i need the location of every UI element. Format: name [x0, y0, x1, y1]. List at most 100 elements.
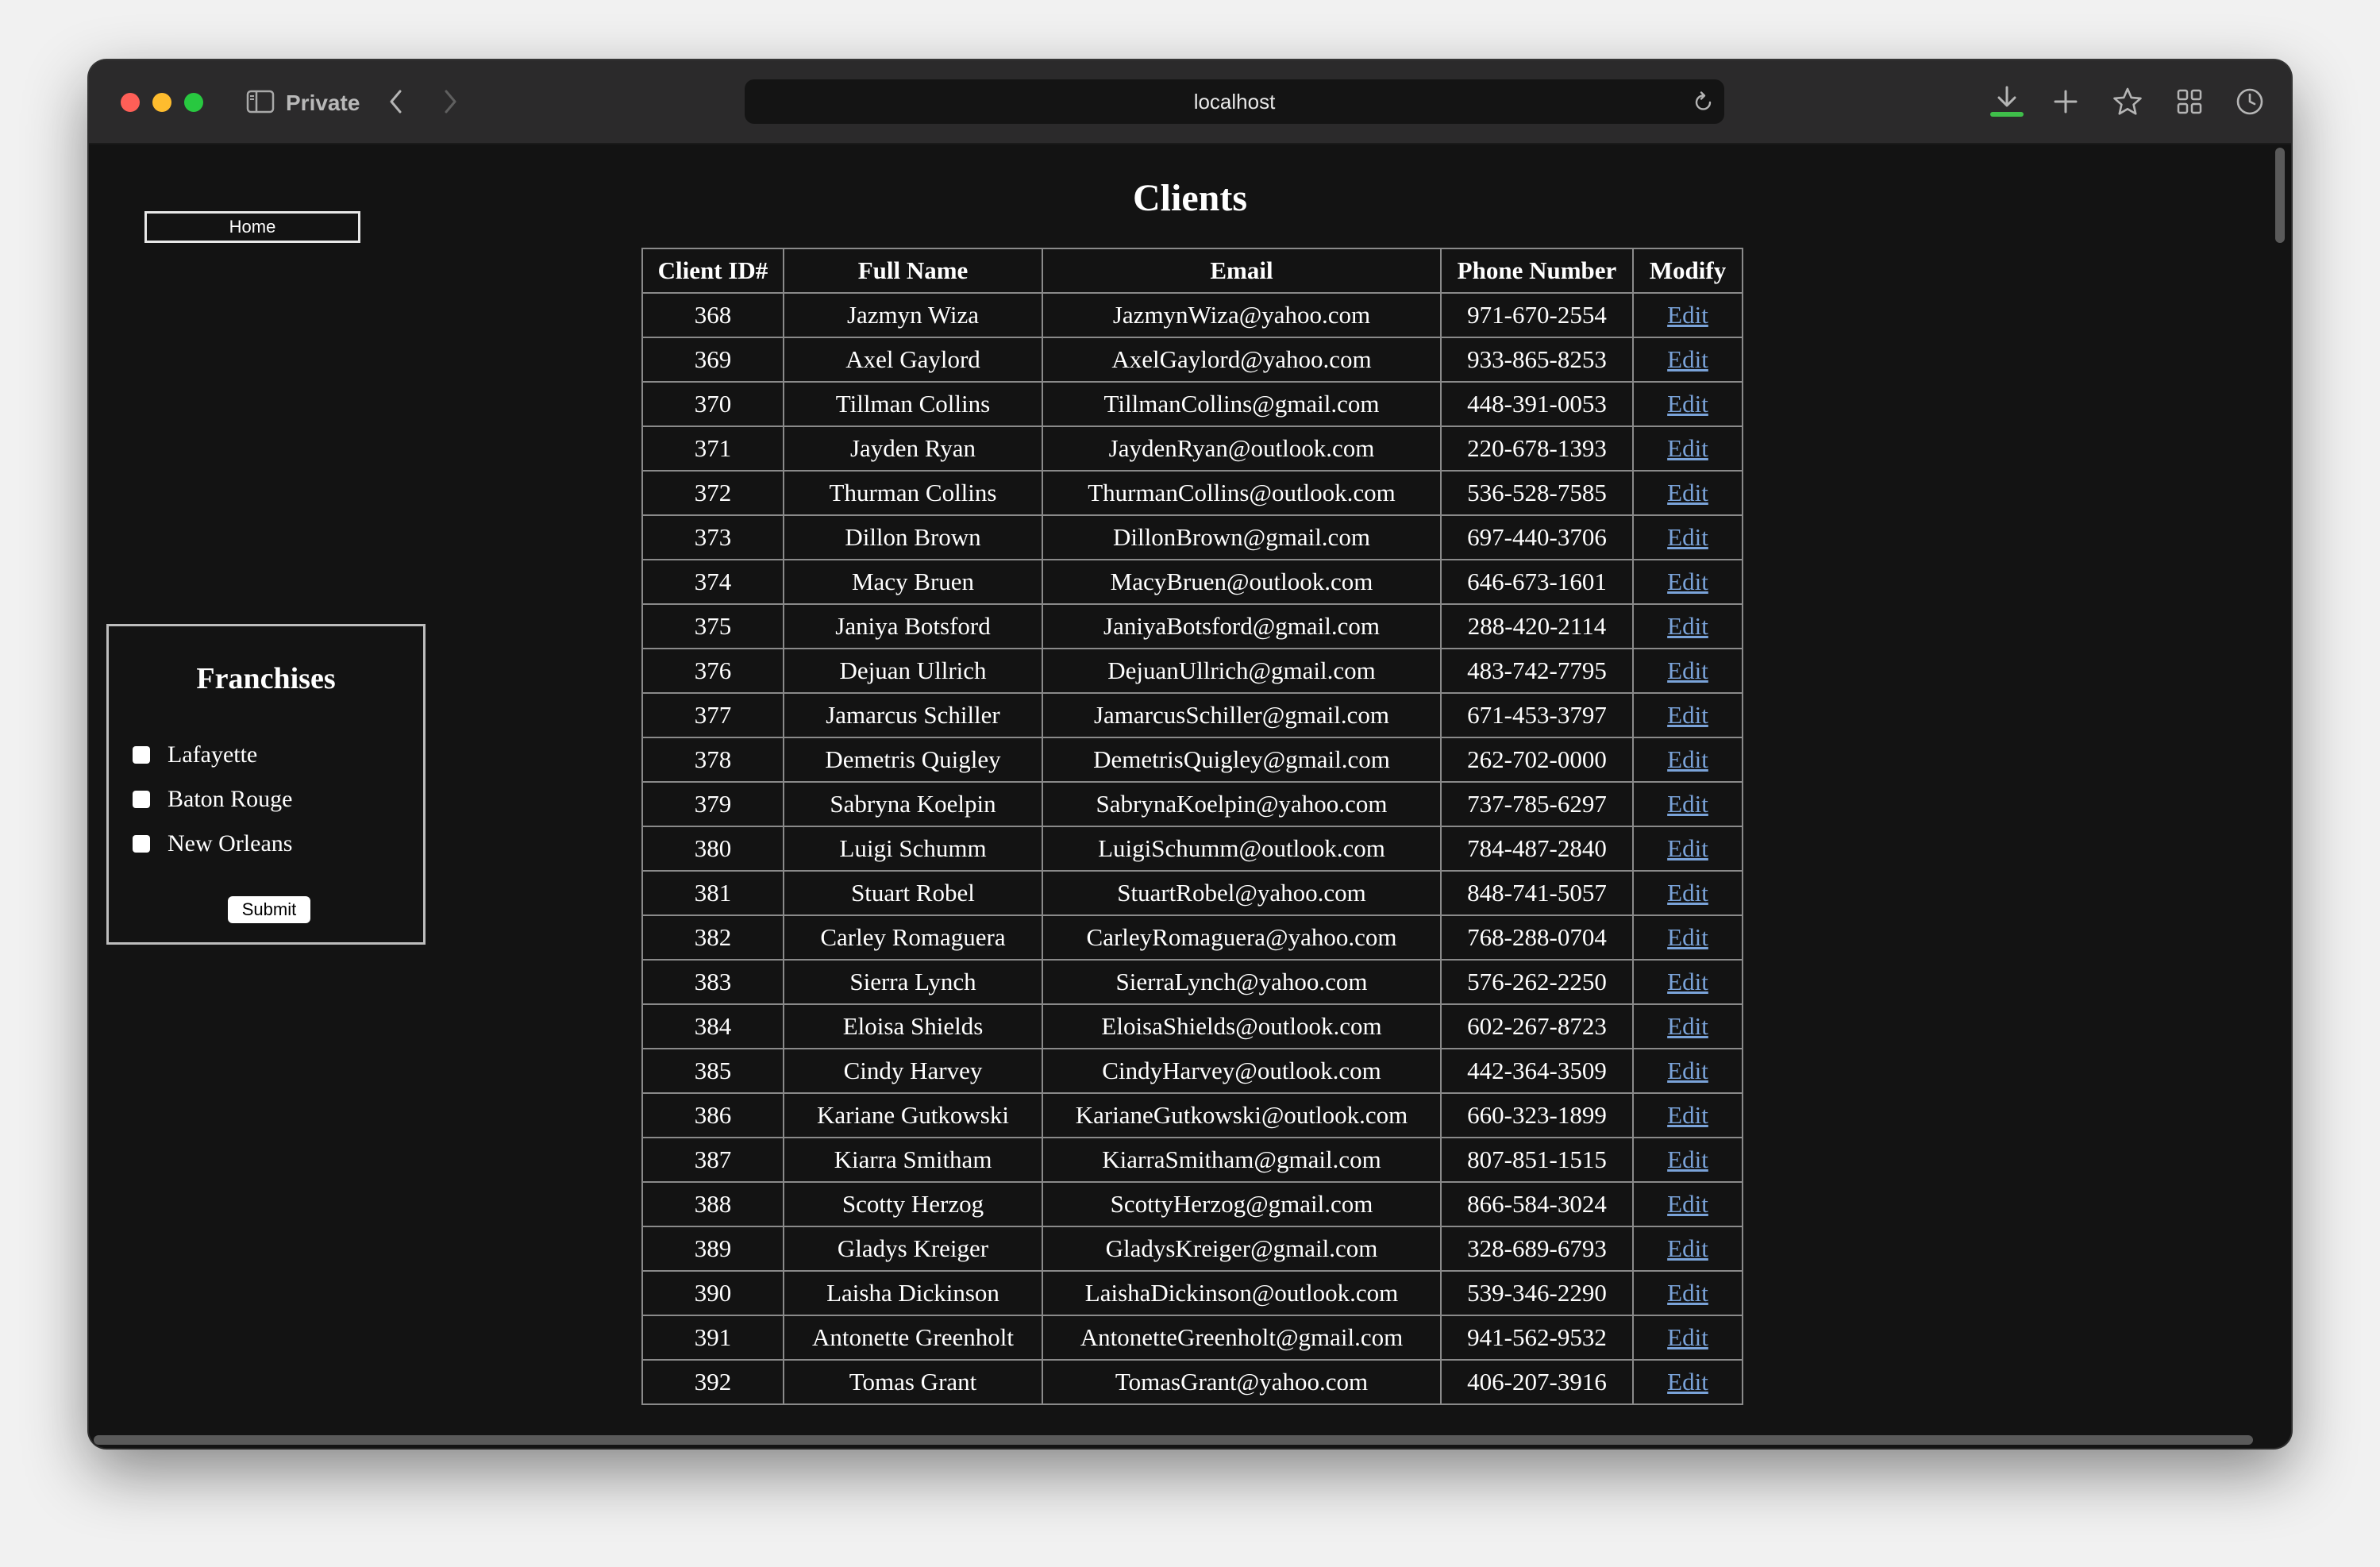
edit-link[interactable]: Edit: [1667, 923, 1708, 951]
vertical-scrollbar[interactable]: [2275, 148, 2285, 243]
edit-link[interactable]: Edit: [1667, 612, 1708, 640]
edit-link[interactable]: Edit: [1667, 790, 1708, 818]
cell-client-id: 387: [641, 1137, 784, 1183]
franchise-option-lafayette[interactable]: Lafayette: [133, 739, 257, 771]
edit-link[interactable]: Edit: [1667, 656, 1708, 684]
cell-client-id: 391: [641, 1315, 784, 1361]
edit-link[interactable]: Edit: [1667, 479, 1708, 506]
close-window-icon[interactable]: [121, 93, 140, 112]
edit-link[interactable]: Edit: [1667, 523, 1708, 551]
edit-link[interactable]: Edit: [1667, 1145, 1708, 1173]
cell-full-name: Sierra Lynch: [783, 959, 1043, 1005]
edit-link[interactable]: Edit: [1667, 745, 1708, 773]
table-row: 382 Carley Romaguera CarleyRomaguera@yahoo…: [641, 914, 1743, 961]
edit-link[interactable]: Edit: [1667, 1057, 1708, 1084]
star-icon[interactable]: [2110, 84, 2145, 119]
cell-email: JamarcusSchiller@gmail.com: [1042, 692, 1442, 738]
table-row: 374 Macy Bruen MacyBruen@outlook.com 646-67…: [641, 559, 1743, 605]
franchise-option-label: Lafayette: [168, 741, 258, 768]
reload-icon[interactable]: [1689, 84, 1718, 119]
cell-full-name: Gladys Kreiger: [783, 1226, 1043, 1272]
horizontal-scrollbar[interactable]: [94, 1435, 2253, 1445]
cell-modify: Edit: [1632, 870, 1743, 916]
edit-link[interactable]: Edit: [1667, 434, 1708, 462]
address-bar[interactable]: localhost: [745, 79, 1724, 124]
chevron-left-icon[interactable]: [384, 84, 408, 119]
edit-link[interactable]: Edit: [1667, 1101, 1708, 1129]
franchise-checkbox[interactable]: [133, 835, 150, 853]
grid-icon[interactable]: [2172, 84, 2207, 119]
edit-link[interactable]: Edit: [1667, 301, 1708, 329]
cell-phone: 262-702-0000: [1440, 737, 1634, 783]
edit-link[interactable]: Edit: [1667, 1234, 1708, 1262]
cell-full-name: Tomas Grant: [783, 1359, 1043, 1405]
table-row: 389 Gladys Kreiger GladysKreiger@gmail.com…: [641, 1226, 1743, 1272]
cell-email: LuigiSchumm@outlook.com: [1042, 826, 1442, 872]
table-row: 376 Dejuan Ullrich DejuanUllrich@gmail.com…: [641, 648, 1743, 694]
cell-modify: Edit: [1632, 1181, 1743, 1227]
edit-link[interactable]: Edit: [1667, 1012, 1708, 1040]
minimize-window-icon[interactable]: [152, 93, 171, 112]
cell-email: JaydenRyan@outlook.com: [1042, 425, 1442, 472]
edit-link[interactable]: Edit: [1667, 834, 1708, 862]
cell-full-name: Luigi Schumm: [783, 826, 1043, 872]
edit-link[interactable]: Edit: [1667, 879, 1708, 907]
cell-modify: Edit: [1632, 1270, 1743, 1316]
cell-phone: 697-440-3706: [1440, 514, 1634, 560]
cell-full-name: Cindy Harvey: [783, 1048, 1043, 1094]
edit-link[interactable]: Edit: [1667, 968, 1708, 995]
cell-full-name: Kariane Gutkowski: [783, 1092, 1043, 1138]
table-row: 385 Cindy Harvey CindyHarvey@outlook.com 44…: [641, 1048, 1743, 1094]
plus-icon[interactable]: [2050, 84, 2082, 119]
edit-link[interactable]: Edit: [1667, 345, 1708, 373]
submit-button[interactable]: Submit: [228, 896, 310, 923]
cell-phone: 539-346-2290: [1440, 1270, 1634, 1316]
sidebar-icon[interactable]: [245, 84, 276, 119]
edit-link[interactable]: Edit: [1667, 1190, 1708, 1218]
cell-phone: 784-487-2840: [1440, 826, 1634, 872]
clock-icon[interactable]: [2232, 84, 2267, 119]
cell-client-id: 381: [641, 870, 784, 916]
cell-client-id: 378: [641, 737, 784, 783]
cell-client-id: 392: [641, 1359, 784, 1405]
edit-link[interactable]: Edit: [1667, 701, 1708, 729]
franchise-filter-panel: Franchises Lafayette Baton Rouge New Orl…: [106, 624, 426, 945]
edit-link[interactable]: Edit: [1667, 1279, 1708, 1307]
franchise-checkbox[interactable]: [133, 746, 150, 764]
cell-modify: Edit: [1632, 781, 1743, 827]
edit-link[interactable]: Edit: [1667, 568, 1708, 595]
cell-email: DemetrisQuigley@gmail.com: [1042, 737, 1442, 783]
cell-phone: 536-528-7585: [1440, 470, 1634, 516]
download-icon[interactable]: [1988, 84, 2026, 119]
cell-phone: 646-673-1601: [1440, 559, 1634, 605]
franchise-option-label: New Orleans: [168, 830, 293, 857]
table-row: 387 Kiarra Smitham KiarraSmitham@gmail.com…: [641, 1137, 1743, 1183]
cell-full-name: Jayden Ryan: [783, 425, 1043, 472]
chevron-right-icon[interactable]: [438, 84, 462, 119]
table-row: 373 Dillon Brown DillonBrown@gmail.com 697-…: [641, 514, 1743, 560]
table-row: 372 Thurman Collins ThurmanCollins@outlook…: [641, 470, 1743, 516]
cell-modify: Edit: [1632, 1137, 1743, 1183]
franchise-checkbox[interactable]: [133, 791, 150, 808]
edit-link[interactable]: Edit: [1667, 1323, 1708, 1351]
cell-phone: 866-584-3024: [1440, 1181, 1634, 1227]
cell-client-id: 389: [641, 1226, 784, 1272]
cell-modify: Edit: [1632, 292, 1743, 338]
browser-toolbar: Private localhost: [89, 60, 2291, 144]
edit-link[interactable]: Edit: [1667, 390, 1708, 418]
cell-full-name: Tillman Collins: [783, 381, 1043, 427]
cell-modify: Edit: [1632, 1003, 1743, 1049]
cell-phone: 602-267-8723: [1440, 1003, 1634, 1049]
cell-client-id: 369: [641, 337, 784, 383]
cell-email: KiarraSmitham@gmail.com: [1042, 1137, 1442, 1183]
maximize-window-icon[interactable]: [184, 93, 203, 112]
cell-email: ScottyHerzog@gmail.com: [1042, 1181, 1442, 1227]
cell-phone: 483-742-7795: [1440, 648, 1634, 694]
franchise-option-new-orleans[interactable]: New Orleans: [133, 828, 292, 860]
cell-client-id: 382: [641, 914, 784, 961]
franchise-option-baton-rouge[interactable]: Baton Rouge: [133, 784, 293, 815]
clients-table: Client ID# Full Name Email Phone Number …: [641, 248, 1743, 1405]
cell-phone: 971-670-2554: [1440, 292, 1634, 338]
cell-phone: 442-364-3509: [1440, 1048, 1634, 1094]
edit-link[interactable]: Edit: [1667, 1368, 1708, 1396]
